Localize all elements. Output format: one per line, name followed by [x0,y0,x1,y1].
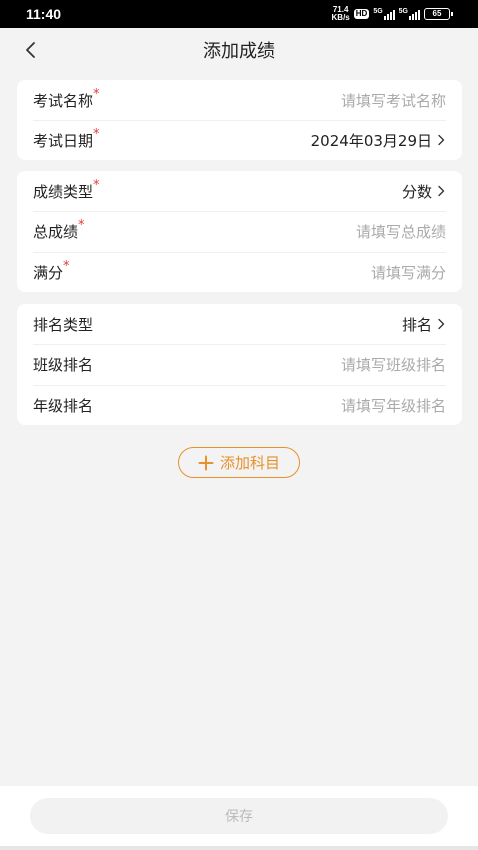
exam-date-label-wrap: 考试日期* [33,126,100,151]
save-label: 保存 [225,809,253,825]
score-type-value: 分数 [401,182,432,201]
score-type-row[interactable]: 成绩类型* 分数 [17,171,462,211]
nav-bar: 添加成绩 [0,28,478,72]
add-subject-button[interactable]: 添加科目 [178,447,300,478]
sim1-label: 5G [373,8,383,15]
full-score-row[interactable]: 满分* 请填写满分 [17,252,462,292]
status-time: 11:40 [26,6,62,22]
rank-info-card: 排名类型 排名 班级排名 请填写班级排名 年级排名 请填写年级排名 [17,304,462,425]
bottom-bar: 保存 [0,786,478,850]
class-rank-row[interactable]: 班级排名 请填写班级排名 [17,344,462,385]
exam-date-label: 考试日期 [33,131,94,150]
exam-date-value-wrap[interactable]: 2024年03月29日 [311,130,446,151]
score-type-label: 成绩类型 [33,182,94,201]
grade-rank-input[interactable]: 请填写年级排名 [341,395,446,416]
class-rank-label: 班级排名 [33,356,94,374]
exam-info-card: 考试名称* 请填写考试名称 考试日期* 2024年03月29日 [17,80,462,160]
exam-name-label-wrap: 考试名称* [33,86,100,111]
score-type-label-wrap: 成绩类型* [33,177,100,202]
class-rank-input[interactable]: 请填写班级排名 [341,354,446,375]
back-button[interactable] [16,34,44,66]
chevron-right-icon [438,185,445,197]
exam-date-value: 2024年03月29日 [310,131,432,150]
required-mark: * [63,258,70,274]
required-mark: * [78,218,85,233]
status-icons: 71.4 KB/s HD 5G 5G 65 [332,6,453,22]
network-speed-unit: KB/s [331,13,350,22]
rank-type-value: 排名 [401,315,432,334]
rank-type-label: 排名类型 [33,315,94,334]
signal-icon-sim2: 5G [399,8,420,20]
exam-name-label: 考试名称 [33,91,94,110]
rank-type-value-wrap[interactable]: 排名 [402,314,446,335]
required-mark: * [93,126,100,142]
full-score-label: 满分 [33,263,64,282]
chevron-left-icon [26,42,35,58]
exam-date-row[interactable]: 考试日期* 2024年03月29日 [17,120,462,160]
chevron-right-icon [438,318,445,330]
rank-type-row[interactable]: 排名类型 排名 [17,304,462,344]
total-score-input[interactable]: 请填写总成绩 [356,221,446,242]
home-indicator [0,846,478,850]
score-type-value-wrap[interactable]: 分数 [402,181,446,202]
save-button[interactable]: 保存 [30,798,448,834]
total-score-label: 总成绩 [33,223,79,241]
total-score-label-wrap: 总成绩* [33,218,85,242]
required-mark: * [93,86,100,102]
exam-name-input[interactable]: 请填写考试名称 [341,90,446,111]
total-score-row[interactable]: 总成绩* 请填写总成绩 [17,211,462,252]
required-mark: * [93,177,100,193]
full-score-input[interactable]: 请填写满分 [371,262,446,283]
score-info-card: 成绩类型* 分数 总成绩* 请填写总成绩 满分* 请填写满分 [17,171,462,292]
battery-icon: 65 [424,8,453,20]
sim2-label: 5G [398,8,408,15]
plus-icon [198,455,214,470]
exam-name-row[interactable]: 考试名称* 请填写考试名称 [17,80,462,120]
page-title: 添加成绩 [203,41,275,62]
full-score-label-wrap: 满分* [33,258,70,283]
signal-icon-sim1: 5G [373,8,395,20]
add-subject-label: 添加科目 [219,454,280,472]
status-bar: 11:40 71.4 KB/s HD 5G 5G 65 [0,0,478,28]
hd-icon: HD [353,9,370,19]
network-speed: 71.4 KB/s [332,6,350,22]
grade-rank-row[interactable]: 年级排名 请填写年级排名 [17,385,462,425]
grade-rank-label: 年级排名 [33,396,94,415]
chevron-right-icon [438,134,445,146]
